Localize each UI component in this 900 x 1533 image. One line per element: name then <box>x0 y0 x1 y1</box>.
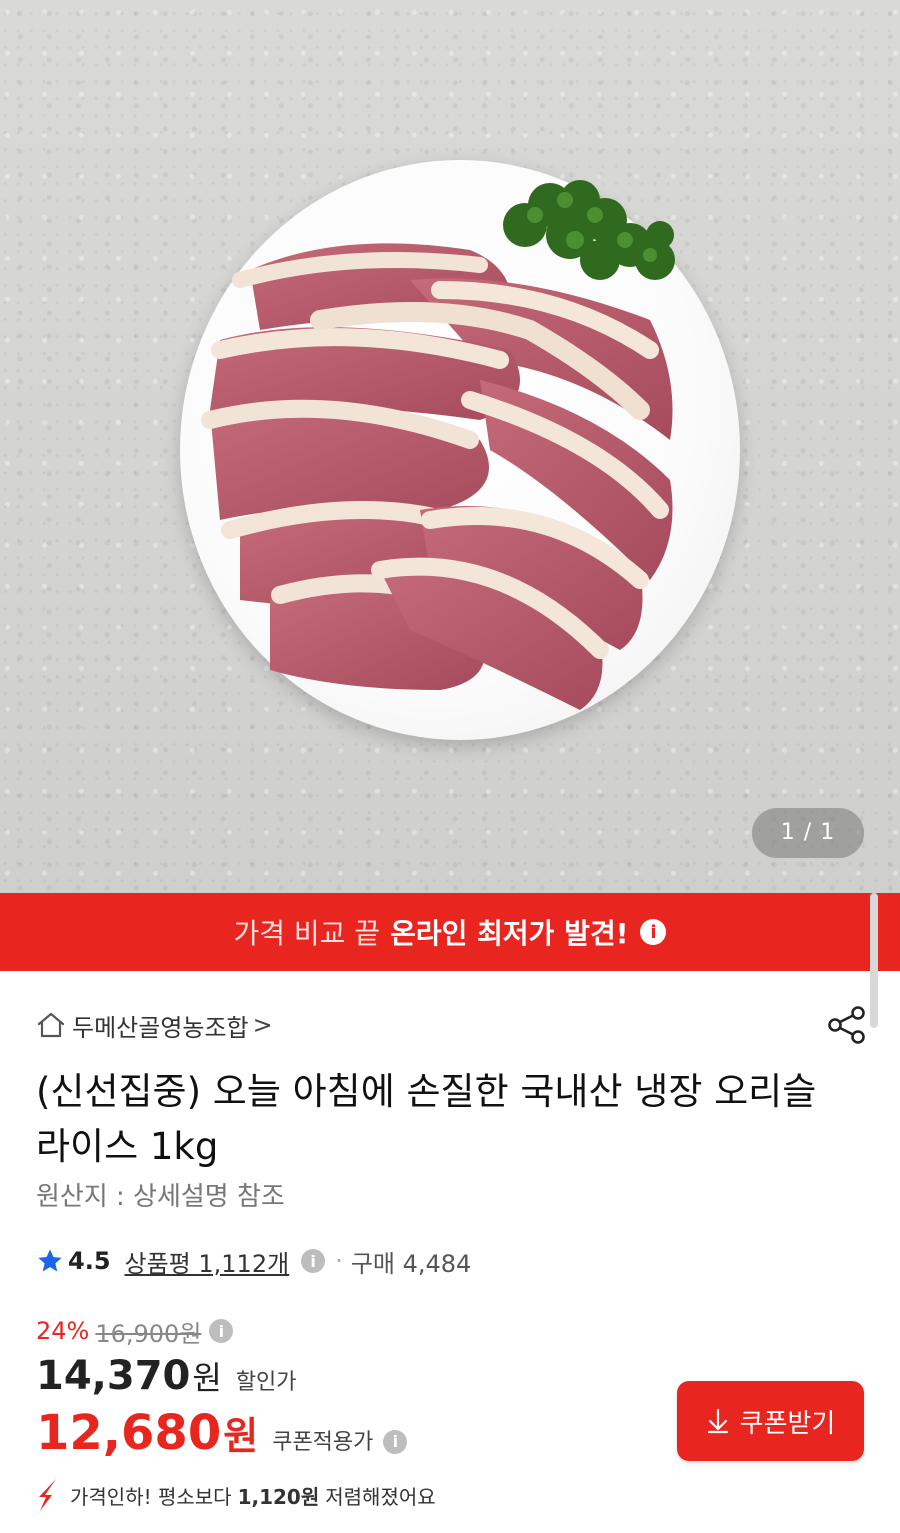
info-icon[interactable]: i <box>209 1319 234 1343</box>
original-price: 16,900원 <box>95 1319 202 1348</box>
sale-price: 14,370 <box>36 1353 191 1399</box>
separator-dot: · <box>335 1247 343 1275</box>
down-arrow-icon <box>39 1479 56 1511</box>
coupon-price-unit: 원 <box>223 1414 259 1458</box>
banner-prefix: 가격 비교 끝 <box>233 917 381 950</box>
lowest-price-banner[interactable]: 가격 비교 끝 온라인 최저가 발견! i <box>0 893 900 971</box>
info-icon[interactable]: i <box>301 1249 326 1273</box>
sale-price-label: 할인가 <box>235 1370 297 1395</box>
coupon-price-label: 쿠폰적용가 <box>272 1430 374 1455</box>
review-count-link[interactable]: 상품평 1,112개 <box>125 1244 290 1279</box>
coupon-price: 12,680 <box>36 1405 222 1461</box>
info-icon[interactable]: i <box>383 1429 408 1454</box>
get-coupon-button[interactable]: 쿠폰받기 <box>677 1381 864 1461</box>
original-price-row: 24% 16,900원 i <box>36 1313 234 1349</box>
banner-highlight: 온라인 최저가 발견! <box>390 917 629 950</box>
price-drop-prefix: 가격인하! 평소보다 <box>70 1484 232 1509</box>
product-title: (신선집중) 오늘 아침에 손질한 국내산 냉장 오리슬라이스 1kg <box>36 1070 817 1168</box>
price-drop-suffix: 저렴해졌어요 <box>325 1484 436 1509</box>
get-coupon-label: 쿠폰받기 <box>739 1408 836 1439</box>
purchase-count: 구매 4,484 <box>350 1249 472 1278</box>
chevron-right-icon: > <box>252 1011 273 1039</box>
product-image[interactable]: 1 / 1 <box>0 0 900 893</box>
download-arrow-icon <box>707 1408 728 1434</box>
sale-price-unit: 원 <box>192 1359 222 1397</box>
info-icon[interactable]: i <box>640 919 667 945</box>
rating-row: 4.5 상품평 1,112개 i · 구매 4,484 <box>36 1243 471 1279</box>
origin-text: 원산지 : 상세설명 참조 <box>36 1182 285 1212</box>
parsley-garnish <box>503 180 675 280</box>
rating-score: 4.5 <box>68 1247 111 1275</box>
scrollbar[interactable] <box>870 893 878 1028</box>
price-drop-notice: 가격인하! 평소보다 1,120원 저렴해졌어요 <box>34 1475 436 1515</box>
share-icon[interactable] <box>826 1004 868 1046</box>
star-icon <box>38 1249 62 1272</box>
page-indicator: 1 / 1 <box>752 808 864 858</box>
price-drop-amount: 1,120원 <box>237 1484 320 1509</box>
store-link[interactable]: 두메산골영농조합 > <box>36 1008 273 1042</box>
discount-percent: 24% <box>36 1317 90 1345</box>
store-name: 두메산골영농조합 <box>72 1013 249 1042</box>
sale-price-row: 14,370 원 할인가 <box>36 1353 297 1403</box>
home-icon <box>37 1012 65 1038</box>
coupon-price-row: 12,680 원 쿠폰적용가 i <box>36 1405 408 1469</box>
